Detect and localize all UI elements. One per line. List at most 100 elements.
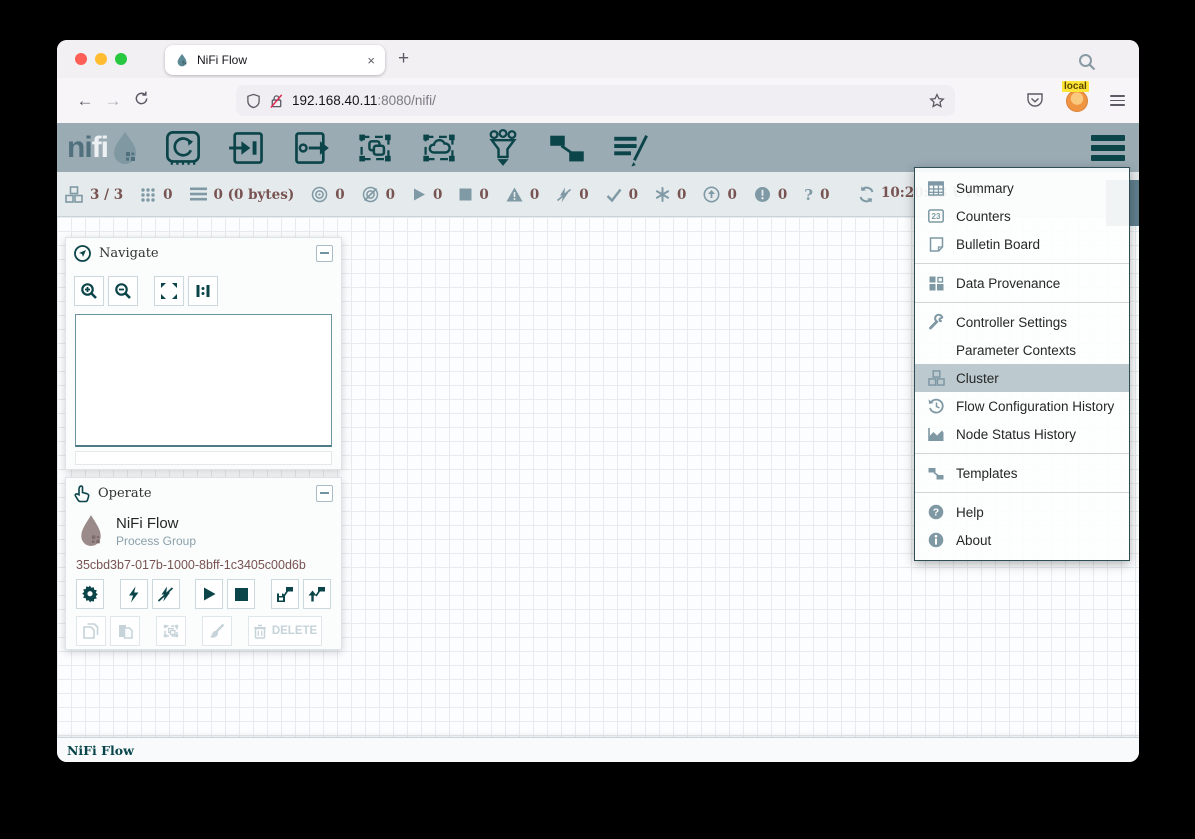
zoom-actual-size-button[interactable]	[188, 276, 218, 306]
menu-item-data-provenance[interactable]: Data Provenance	[915, 269, 1129, 297]
avatar	[1066, 90, 1088, 112]
copy-button[interactable]	[76, 616, 106, 646]
navigate-title: Navigate	[99, 246, 308, 261]
new-tab-button[interactable]: +	[398, 49, 409, 69]
counters-icon: 23	[927, 209, 945, 223]
menu-item-help[interactable]: ? Help	[915, 498, 1129, 526]
configure-button[interactable]	[76, 579, 104, 609]
up-to-date-status: 0	[606, 187, 638, 203]
profile-badge: local	[1062, 81, 1089, 92]
copy-icon	[82, 622, 100, 640]
brush-icon	[208, 622, 226, 640]
url-bar[interactable]: 192.168.40.11:8080/nifi/	[236, 85, 955, 116]
active-threads-status: 0	[140, 187, 172, 203]
pocket-icon[interactable]	[1026, 92, 1044, 109]
hand-pointer-icon	[74, 485, 90, 502]
gear-icon	[81, 585, 99, 603]
browser-tab[interactable]: NiFi Flow ×	[165, 45, 385, 75]
profile-avatar[interactable]: local	[1066, 90, 1088, 112]
one-to-one-icon	[194, 282, 212, 300]
queue-list-icon	[190, 187, 207, 202]
paste-button[interactable]	[110, 616, 140, 646]
close-window-button[interactable]	[75, 53, 87, 65]
menu-item-templates[interactable]: Templates	[915, 459, 1129, 487]
collapse-navigate-button[interactable]	[316, 245, 333, 262]
nifi-global-menu-button[interactable]	[1091, 135, 1125, 161]
tab-title: NiFi Flow	[197, 53, 359, 67]
invalid-warning-icon	[506, 187, 523, 202]
nifi-logo: nifi	[67, 130, 142, 166]
area-chart-icon	[927, 427, 945, 442]
paste-icon	[116, 622, 134, 640]
disable-button[interactable]	[152, 579, 180, 609]
cluster-cubes-icon	[65, 186, 83, 203]
group-button[interactable]	[156, 616, 186, 646]
nifi-toolbar: nifi	[57, 123, 1139, 172]
locally-modified-asterisk-icon	[655, 187, 670, 202]
menu-item-node-status-history[interactable]: Node Status History	[915, 420, 1129, 448]
refresh-button[interactable]	[858, 186, 875, 208]
birdseye-slider[interactable]	[75, 451, 332, 465]
processor-draggable-icon[interactable]	[164, 129, 202, 167]
menu-item-summary[interactable]: Summary	[915, 174, 1129, 202]
template-draggable-icon[interactable]	[548, 129, 586, 167]
forward-button[interactable]: →	[99, 91, 127, 111]
save-template-button[interactable]	[271, 579, 299, 609]
minimize-window-button[interactable]	[95, 53, 107, 65]
process-group-draggable-icon[interactable]	[356, 129, 394, 167]
selection-name: NiFi Flow	[116, 515, 196, 532]
menu-item-flow-configuration-history[interactable]: Flow Configuration History	[915, 392, 1129, 420]
upload-template-button[interactable]	[303, 579, 331, 609]
fill-color-button[interactable]	[202, 616, 232, 646]
insecure-lock-icon[interactable]	[269, 93, 284, 109]
upload-template-icon	[308, 585, 326, 603]
queued-status: 0 (0 bytes)	[190, 187, 295, 203]
disabled-status: 0	[556, 187, 588, 203]
delete-button[interactable]: DELETE	[248, 616, 322, 646]
browser-window: NiFi Flow × + ← → 192.168.40.11:8080/nif…	[57, 40, 1139, 762]
search-icon[interactable]	[1078, 53, 1096, 76]
save-template-icon	[276, 585, 294, 603]
reload-button[interactable]	[127, 91, 155, 111]
firefox-menu-button[interactable]	[1110, 95, 1125, 106]
breadcrumb-bar: NiFi Flow	[57, 737, 1139, 762]
transmitting-status: 0	[311, 186, 344, 203]
label-draggable-icon[interactable]	[612, 129, 650, 167]
bookmark-star-icon[interactable]	[929, 93, 945, 109]
tracking-shield-icon[interactable]	[246, 93, 261, 109]
output-port-draggable-icon[interactable]	[292, 129, 330, 167]
tab-close-icon[interactable]: ×	[367, 53, 375, 68]
menu-item-parameter-contexts[interactable]: Parameter Contexts	[915, 336, 1129, 364]
menu-item-bulletin-board[interactable]: Bulletin Board	[915, 230, 1129, 258]
breadcrumb[interactable]: NiFi Flow	[67, 743, 134, 758]
zoom-fit-icon	[160, 282, 178, 300]
transmitting-icon	[311, 186, 328, 203]
invalid-status: 0	[506, 187, 539, 203]
start-button[interactable]	[195, 579, 223, 609]
nifi-favicon-icon	[175, 53, 189, 67]
remote-process-group-draggable-icon[interactable]	[420, 129, 458, 167]
back-button[interactable]: ←	[71, 91, 99, 111]
lightning-icon	[126, 586, 141, 603]
menu-item-counters[interactable]: 23 Counters	[915, 202, 1129, 230]
zoom-in-button[interactable]	[74, 276, 104, 306]
stop-square-icon	[234, 587, 249, 602]
menu-item-controller-settings[interactable]: Controller Settings	[915, 308, 1129, 336]
menu-item-about[interactable]: About	[915, 526, 1129, 554]
zoom-fit-button[interactable]	[154, 276, 184, 306]
cluster-status: 3 / 3	[65, 186, 123, 203]
input-port-draggable-icon[interactable]	[228, 129, 266, 167]
zoom-window-button[interactable]	[115, 53, 127, 65]
zoom-out-button[interactable]	[108, 276, 138, 306]
stopped-square-icon	[459, 188, 472, 201]
not-transmitting-icon	[362, 186, 379, 203]
birdseye-view[interactable]	[75, 314, 332, 447]
funnel-draggable-icon[interactable]	[484, 129, 522, 167]
stop-button[interactable]	[227, 579, 255, 609]
enable-button[interactable]	[120, 579, 148, 609]
collapse-operate-button[interactable]	[316, 485, 333, 502]
trash-icon	[253, 624, 267, 639]
menu-divider	[915, 453, 1129, 454]
not-transmitting-status: 0	[362, 186, 395, 203]
menu-item-cluster[interactable]: Cluster	[915, 364, 1129, 392]
